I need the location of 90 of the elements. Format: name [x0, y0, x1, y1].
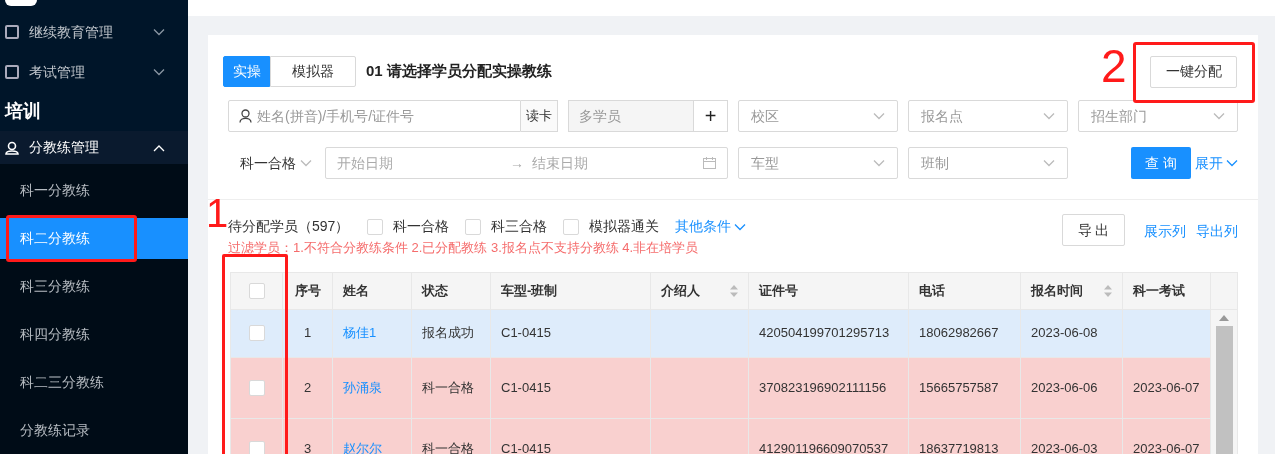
menu-group-header[interactable]: 分教练管理: [0, 131, 188, 164]
read-card-button[interactable]: 读卡: [521, 100, 558, 132]
calendar-icon: [703, 157, 716, 169]
section-title: 培训: [3, 100, 42, 124]
checkbox[interactable]: [367, 218, 384, 235]
column-header: 科一考试: [1123, 272, 1211, 309]
table-cell-text: 科一合格: [422, 439, 474, 454]
checkbox[interactable]: [248, 325, 265, 341]
table-cell-text: 科一合格: [422, 378, 474, 397]
table-cell-text: 18062982667: [919, 324, 999, 343]
range-separator: →: [510, 153, 524, 173]
table-cell-text: 2023-06-03: [1031, 439, 1098, 454]
add-button[interactable]: +: [694, 100, 728, 132]
chevron-icon: [1213, 112, 1225, 120]
table-cell-text: 420504199701295713: [759, 324, 890, 343]
table-row[interactable]: 2 孙涌泉 科一合格 C1-0415 370823196902111156 15665757587 2023-06-06 2023-06-07: [231, 357, 1211, 419]
annotation-number: 2: [1101, 43, 1127, 89]
select-placeholder: 班制: [921, 153, 949, 173]
chevron-icon: [873, 159, 885, 167]
user-icon: [5, 140, 19, 155]
checkbox-label: 模拟器通关: [589, 217, 660, 236]
table-cell-text: 18637719813: [919, 439, 999, 454]
user-icon: [239, 109, 252, 123]
column-header: 姓名: [333, 272, 412, 309]
table-cell-text: 3: [303, 439, 312, 454]
end-date-input[interactable]: 结束日期: [532, 152, 703, 174]
table-cell-text: 412901196609070537: [759, 439, 889, 454]
column-header[interactable]: 报名时间: [1021, 272, 1123, 309]
select-placeholder: 招生部门: [1091, 106, 1147, 126]
table-cell-text: 报名成功: [422, 324, 474, 343]
sort-icon: [1104, 284, 1112, 297]
chevron-icon: [1043, 112, 1055, 120]
name-input[interactable]: 姓名(拼音)/手机号/证件号: [257, 105, 510, 127]
chevron-icon: [300, 159, 312, 167]
checkbox-label: 科三合格: [491, 217, 548, 236]
logo: [5, 0, 37, 6]
column-header: 电话: [909, 272, 1021, 309]
assign-button[interactable]: 一键分配: [1150, 55, 1237, 88]
table-cell-text: C1-0415: [501, 378, 551, 397]
table-cell-text: 2023-06-06: [1031, 378, 1098, 397]
export-button[interactable]: 导 出: [1062, 214, 1125, 246]
table-row[interactable]: 1 杨佳1 报名成功 C1-0415 420504199701295713 18062982667 2023-06-08: [231, 309, 1211, 358]
table-cell-text: 1: [303, 324, 312, 343]
scrollbar[interactable]: [1211, 309, 1237, 454]
start-date-input[interactable]: 开始日期: [337, 152, 502, 174]
select-placeholder: 车型: [751, 153, 779, 173]
checkbox[interactable]: [563, 218, 580, 235]
table-cell-text: 15665757587: [919, 378, 999, 397]
checkbox-label: 科一合格: [393, 217, 450, 236]
subject-select[interactable]: 科一合格: [223, 147, 325, 179]
table-cell-text: 2023-06-07: [1133, 378, 1200, 397]
column-header: 状态: [412, 272, 491, 309]
multi-student-field[interactable]: 多学员: [568, 100, 694, 132]
column-header: 车型-班制: [491, 272, 651, 309]
table-row[interactable]: 3 赵尔尔 科一合格 C1-0415 412901196609070537 18637719813 2023-06-03 2023-06-07: [231, 418, 1211, 454]
scroll-up-icon: [1219, 314, 1229, 321]
chevron-icon: [873, 112, 885, 120]
table-cell-text: 2023-06-08: [1031, 324, 1098, 343]
table-cell-text: 370823196902111156: [759, 378, 887, 397]
submenu-item[interactable]: 分教练记录: [0, 409, 188, 451]
name-search-field[interactable]: 姓名(拼音)/手机号/证件号: [228, 100, 521, 132]
chevron-icon: [1043, 159, 1055, 167]
sort-icon: [730, 284, 738, 297]
table-cell-text: C1-0415: [501, 439, 551, 454]
checkbox[interactable]: [248, 440, 265, 454]
table-cell-text: C1-0415: [501, 324, 551, 343]
column-header: 序号: [283, 272, 333, 309]
submenu-item[interactable]: 科二三分教练: [0, 361, 188, 403]
column-header: 证件号: [749, 272, 909, 309]
select-placeholder: 校区: [751, 106, 779, 126]
submenu-item[interactable]: 科一分教练: [0, 169, 188, 211]
multi-student-input[interactable]: 多学员: [579, 105, 683, 127]
chevron-icon: [1226, 159, 1238, 167]
menu-item[interactable]: 继续教育管理: [0, 11, 188, 53]
checkbox[interactable]: [465, 218, 482, 235]
checkbox[interactable]: [248, 379, 265, 396]
annotation-number: 1: [206, 193, 229, 233]
filter-note: 过滤学员：1.不符合分教练条件 2.已分配教练 3.报名点不支持分教练 4.非在培学员: [228, 239, 700, 257]
submenu-item[interactable]: 科四分教练: [0, 313, 188, 355]
table-cell-text: 2023-06-07: [1133, 439, 1200, 454]
tab[interactable]: 模拟器: [270, 56, 356, 87]
submenu-item[interactable]: 科三分教练: [0, 265, 188, 307]
checkbox[interactable]: [248, 282, 265, 299]
menu-item[interactable]: 考试管理: [0, 52, 188, 93]
select-placeholder: 报名点: [921, 106, 963, 126]
page-title: 01 请选择学员分配实操教练: [366, 61, 552, 82]
column-header[interactable]: 介绍人: [651, 272, 749, 309]
pending-count: 待分配学员（597）: [228, 218, 350, 236]
chevron-icon: [734, 222, 747, 231]
table-cell-text: 2: [303, 378, 312, 397]
